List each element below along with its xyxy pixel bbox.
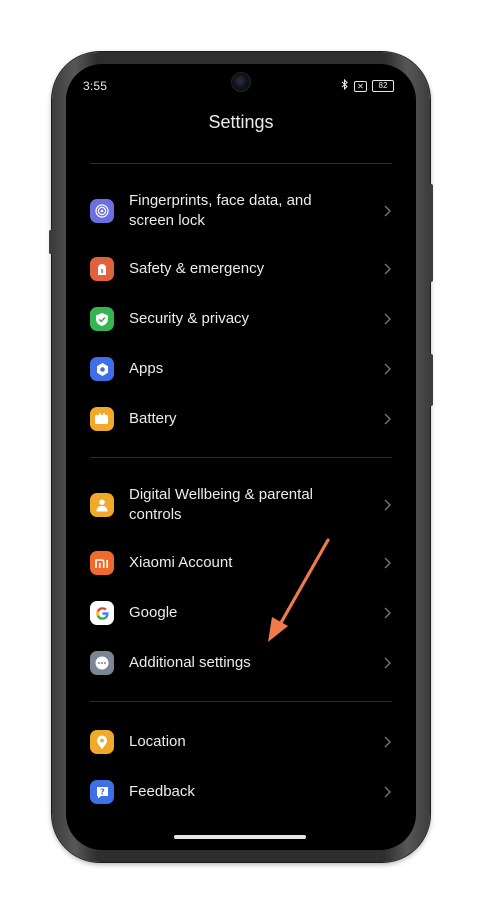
apps-icon [90, 357, 114, 381]
chevron-right-icon [384, 786, 392, 798]
left-edge-button [49, 230, 52, 254]
chevron-right-icon [384, 263, 392, 275]
chevron-right-icon [384, 657, 392, 669]
chevron-right-icon [384, 413, 392, 425]
settings-item-label: Google [129, 604, 178, 621]
settings-item-fingerprints[interactable]: Fingerprints, face data, and screen lock [66, 190, 416, 232]
settings-item-xiaomi-account[interactable]: Xiaomi Account [66, 541, 416, 585]
chevron-right-icon [384, 313, 392, 325]
fingerprint-icon [90, 199, 114, 223]
section-divider [90, 701, 392, 702]
bluetooth-icon [341, 78, 349, 93]
volume-button [429, 184, 433, 282]
chevron-right-icon [384, 499, 392, 511]
feedback-icon: ? [90, 780, 114, 804]
settings-item-label: Xiaomi Account [129, 554, 233, 571]
front-camera [231, 72, 251, 92]
status-time: 3:55 [83, 79, 108, 93]
emergency-icon [90, 257, 114, 281]
no-sim-icon: ✕ [354, 80, 367, 92]
settings-item-safety[interactable]: Safety & emergency [66, 247, 416, 291]
status-bar: 3:55 ✕ 82 [66, 64, 416, 108]
chevron-right-icon [384, 557, 392, 569]
battery-icon [90, 407, 114, 431]
settings-item-label: Additional settings [129, 654, 251, 671]
settings-item-feedback[interactable]: ? Feedback [66, 770, 416, 814]
settings-item-label: Location [129, 733, 186, 750]
section-divider [90, 163, 392, 164]
settings-item-label: Fingerprints, face data, and screen lock [129, 192, 312, 229]
location-pin-icon [90, 730, 114, 754]
settings-item-battery[interactable]: Battery [66, 397, 416, 441]
settings-item-label: Digital Wellbeing & parental controls [129, 486, 313, 523]
chevron-right-icon [384, 363, 392, 375]
wellbeing-icon [90, 493, 114, 517]
settings-item-location[interactable]: Location [66, 720, 416, 764]
settings-item-label: Battery [129, 410, 177, 427]
screenshot-stage: 3:55 ✕ 82 Settings Fingerprints, face da… [0, 0, 481, 910]
settings-item-label: Security & privacy [129, 310, 250, 327]
xiaomi-icon [90, 551, 114, 575]
chevron-right-icon [384, 607, 392, 619]
power-button [429, 354, 433, 406]
page-title: Settings [208, 112, 274, 132]
settings-item-digital-wellbeing[interactable]: Digital Wellbeing & parental controls [66, 484, 416, 526]
section-divider [90, 457, 392, 458]
google-icon [90, 601, 114, 625]
settings-item-apps[interactable]: Apps [66, 347, 416, 391]
settings-item-additional-settings[interactable]: Additional settings [66, 641, 416, 685]
settings-item-security[interactable]: Security & privacy [66, 297, 416, 341]
settings-item-google[interactable]: Google [66, 591, 416, 635]
battery-level: 82 [372, 80, 394, 92]
shield-check-icon [90, 307, 114, 331]
svg-text:?: ? [100, 787, 105, 796]
chevron-right-icon [384, 205, 392, 217]
settings-item-label: Apps [129, 360, 164, 377]
settings-item-label: Safety & emergency [129, 260, 265, 277]
settings-item-label: Feedback [129, 783, 195, 800]
chevron-right-icon [384, 736, 392, 748]
home-gesture-bar[interactable] [174, 835, 306, 839]
phone-screen: 3:55 ✕ 82 Settings Fingerprints, face da… [66, 64, 416, 850]
more-dots-icon [90, 651, 114, 675]
status-icons: ✕ 82 [341, 78, 394, 93]
